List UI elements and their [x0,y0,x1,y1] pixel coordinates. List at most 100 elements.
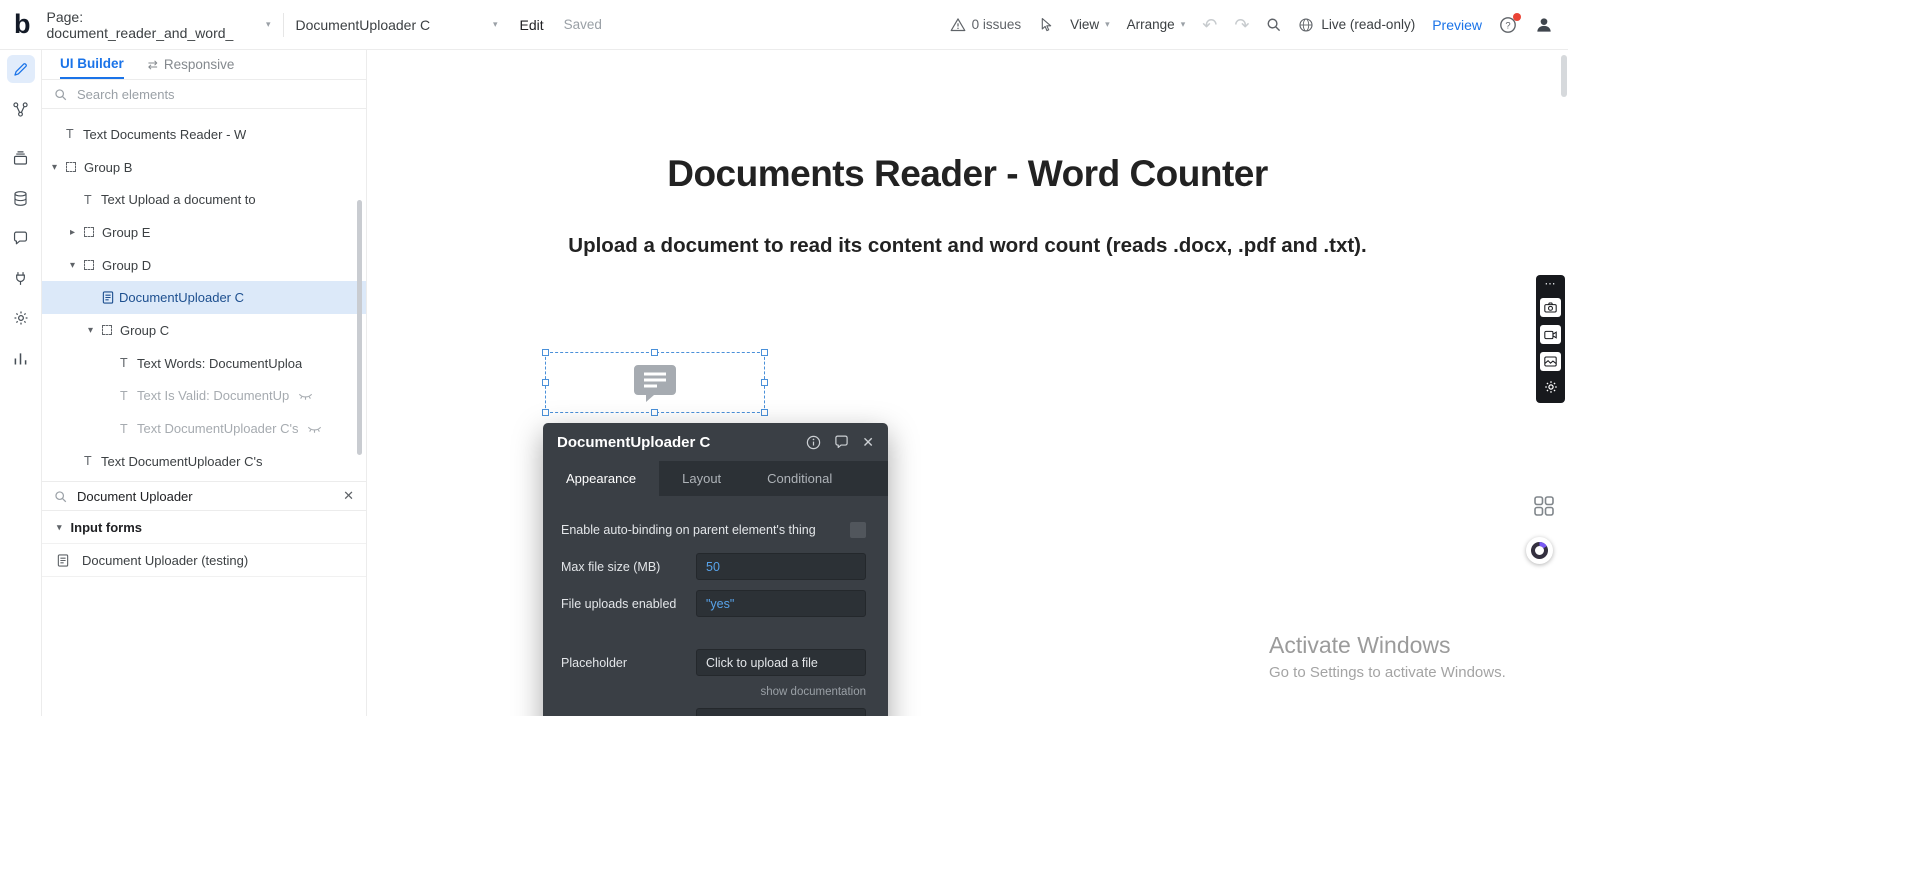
inspector-tab-appearance[interactable]: Appearance [543,461,659,496]
issues-label: 0 issues [972,17,1022,32]
resize-handle[interactable] [651,409,658,416]
search-icon[interactable] [1266,17,1281,32]
chat-tab-icon[interactable] [7,224,35,252]
field-input[interactable]: Click to upload a file [696,649,866,676]
resize-handle[interactable] [542,349,549,356]
tree-item[interactable]: ▾ Group C [42,314,366,347]
tree-item[interactable]: TText Is Valid: DocumentUp [42,380,366,413]
issues-indicator[interactable]: 0 issues [950,17,1022,32]
page-selector[interactable]: Page: document_reader_and_word_ ▾ [47,9,271,41]
chevron-down-icon: ▾ [266,19,271,30]
chevron-down-icon: ▾ [493,19,498,30]
toolbar-settings-icon[interactable] [1543,379,1559,395]
tree-item[interactable]: TText Documents Reader - W [42,118,366,151]
resize-handle[interactable] [761,409,768,416]
clear-search-icon[interactable]: ✕ [343,488,354,504]
workflow-tab-icon[interactable] [7,95,35,123]
tree-item[interactable]: ▾Group D [42,249,366,282]
canvas-scrollbar[interactable] [1561,55,1567,97]
globe-icon [1298,17,1314,33]
user-avatar[interactable] [1534,15,1554,35]
info-icon[interactable] [806,435,821,450]
chevron-down-icon: ▾ [1105,19,1110,30]
data-tab-icon[interactable] [7,184,35,212]
resize-handle[interactable] [542,379,549,386]
resize-handle[interactable] [651,349,658,356]
video-camera-icon[interactable] [1540,325,1561,344]
search-elements-input[interactable] [75,86,354,103]
more-options-icon[interactable]: ⋯ [1545,279,1557,290]
tree-item-label: Group C [120,323,169,338]
section-input-forms[interactable]: ▾ Input forms [42,511,366,544]
tab-responsive[interactable]: ⇄ Responsive [148,50,235,79]
expand-arrow-icon[interactable]: ▾ [52,162,66,173]
left-rail [0,50,42,716]
tree-item[interactable]: ▸Group E [42,216,366,249]
sidebar-results: Document Uploader (testing) [42,544,366,577]
undo-icon[interactable]: ↶ [1202,16,1217,34]
topbar: b Page: document_reader_and_word_ ▾ Docu… [0,0,1568,50]
field-input[interactable]: 50 [696,553,866,580]
tab-ui-builder[interactable]: UI Builder [60,50,124,79]
gallery-icon[interactable] [1540,352,1561,371]
redo-icon[interactable]: ↷ [1234,16,1249,34]
preview-button[interactable]: Preview [1432,17,1482,33]
logs-tab-icon[interactable] [7,344,35,372]
plugins-tab-icon[interactable] [7,264,35,292]
edit-menu[interactable]: Edit [520,17,544,33]
inspector-field-partial [561,708,866,716]
extension-toolbar: ⋯ [1536,275,1565,403]
field-input[interactable]: "yes" [696,590,866,617]
expand-arrow-icon[interactable]: ▾ [88,325,102,336]
search-icon [54,88,67,101]
environment-indicator[interactable]: Live (read-only) [1298,17,1415,33]
tree-item[interactable]: TText Words: DocumentUploa [42,347,366,380]
filter-input[interactable] [75,488,335,505]
expand-arrow-icon[interactable]: ▸ [70,227,84,238]
field-input-partial[interactable] [696,708,866,716]
bubble-logo[interactable]: b [14,11,31,38]
design-tab-icon[interactable] [7,55,35,83]
comment-icon[interactable] [834,435,849,449]
filter-result-item[interactable]: Document Uploader (testing) [42,544,366,577]
expand-arrow-icon[interactable]: ▾ [70,260,84,271]
field-label: File uploads enabled [561,597,696,611]
inspector-tab-conditional[interactable]: Conditional [744,461,855,496]
tree-item[interactable]: DocumentUploader C [42,281,366,314]
canvas-selected-element[interactable] [545,352,765,413]
canvas[interactable]: Documents Reader - Word Counter Upload a… [367,50,1568,716]
tab-responsive-label: Responsive [164,57,235,72]
styles-tab-icon[interactable] [7,144,35,172]
settings-tab-icon[interactable] [7,304,35,332]
tree-item[interactable]: ▾Group B [42,151,366,184]
resize-handle[interactable] [761,349,768,356]
sidebar-tabs: UI Builder ⇄ Responsive [42,50,366,79]
tree-item[interactable]: TText DocumentUploader C's [42,445,366,478]
hidden-eye-icon[interactable] [307,424,322,434]
resize-handle[interactable] [761,379,768,386]
inspector-tab-layout[interactable]: Layout [659,461,744,496]
grid-menu-icon[interactable] [1533,495,1555,517]
extension-badge-icon[interactable] [1526,537,1553,564]
resize-handle[interactable] [542,409,549,416]
hidden-eye-icon[interactable] [298,391,313,401]
camera-icon[interactable] [1540,298,1561,317]
element-selector[interactable]: DocumentUploader C ▾ [296,17,498,33]
show-documentation-link[interactable]: show documentation [561,686,866,698]
cursor-tool-icon[interactable] [1038,17,1053,33]
tree-item[interactable]: TText DocumentUploader C's [42,412,366,445]
help-button[interactable]: ? [1499,16,1517,34]
file-uploader-placeholder-icon [632,362,678,404]
property-editor-header[interactable]: DocumentUploader C ✕ [543,423,888,461]
close-icon[interactable]: ✕ [862,435,874,449]
tree-scrollbar[interactable] [357,200,362,455]
tree-item-label: Text Is Valid: DocumentUp [137,388,289,403]
tree-item-label: Text Upload a document to [101,192,256,207]
text-element-icon: T [84,193,101,207]
arrange-menu[interactable]: Arrange ▾ [1127,17,1186,32]
field-checkbox[interactable] [850,522,866,538]
view-menu[interactable]: View ▾ [1070,17,1110,32]
arrange-menu-label: Arrange [1127,17,1175,32]
tree-item[interactable]: TText Upload a document to [42,183,366,216]
group-element-icon [66,162,76,172]
